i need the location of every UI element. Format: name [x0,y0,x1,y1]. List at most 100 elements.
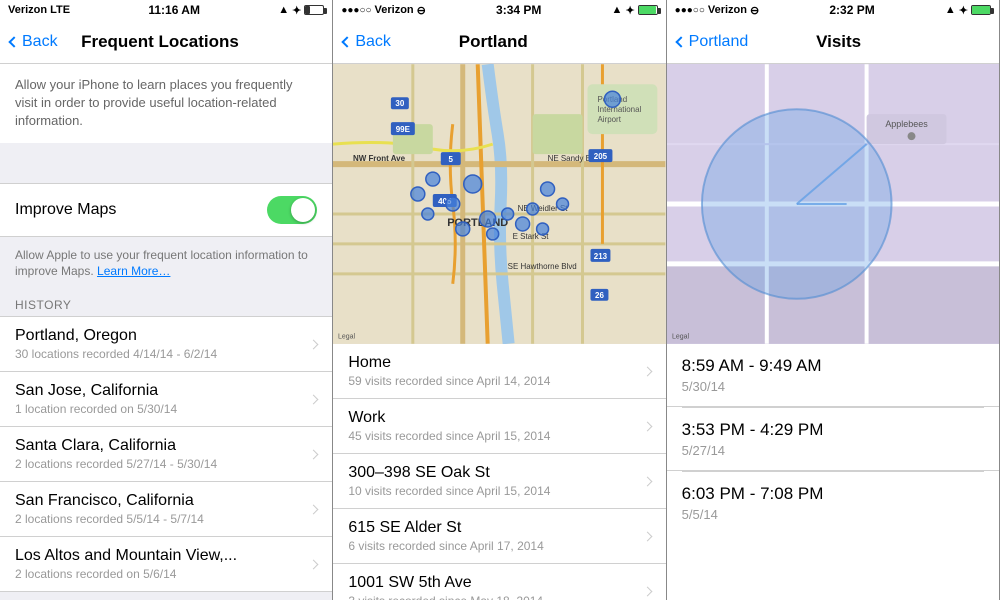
history-list: Portland, Oregon 30 locations recorded 4… [0,316,332,592]
list-item: 8:59 AM - 9:49 AM 5/30/14 [667,344,999,407]
nav-title-1: Frequent Locations [81,32,239,52]
list-item[interactable]: San Francisco, California 2 locations re… [0,482,332,537]
visits-map[interactable]: Applebees Legal [667,64,999,344]
list-item[interactable]: Work 45 visits recorded since April 15, … [333,399,665,454]
status-right-3: ▲ ✦ [945,4,991,17]
spacer-1 [0,143,332,163]
panel1-scroll[interactable]: Allow your iPhone to learn places you fr… [0,64,332,600]
svg-text:Applebees: Applebees [885,119,928,129]
svg-text:99E: 99E [396,125,410,134]
svg-text:NW Front Ave: NW Front Ave [353,154,406,163]
back-label-2: Back [355,33,391,51]
chevron-right-p2-3 [642,531,652,541]
panel3-visits: ●●●○○ Verizon ⊖ 2:32 PM ▲ ✦ Portland Vis… [667,0,1000,600]
location-title-1: Work [348,409,643,427]
chevron-right-icon-4 [309,559,319,569]
location-content-3: 615 SE Alder St 6 visits recorded since … [348,519,643,553]
list-item[interactable]: Los Altos and Mountain View,... 2 locati… [0,537,332,591]
gps-icon-1: ▲ [278,4,289,16]
location-title-3: 615 SE Alder St [348,519,643,537]
svg-text:26: 26 [595,291,604,300]
chevron-right-p2-0 [642,366,652,376]
svg-text:5: 5 [449,155,454,164]
status-bar-2: ●●●○○ Verizon ⊖ 3:34 PM ▲ ✦ [333,0,665,20]
gps-icon-2: ▲ [612,4,623,16]
list-item-title-0: Portland, Oregon [15,327,310,345]
svg-text:205: 205 [594,152,608,161]
location-content-0: Home 59 visits recorded since April 14, … [348,354,643,388]
portland-map[interactable]: Portland International Airport NW Front … [333,64,665,344]
list-item-content-3: San Francisco, California 2 locations re… [15,492,310,526]
section-header-history: HISTORY [0,290,332,316]
list-item-content-4: Los Altos and Mountain View,... 2 locati… [15,547,310,581]
toggle-knob-1 [291,198,315,222]
list-item-title-3: San Francisco, California [15,492,310,510]
chevron-right-icon-0 [309,339,319,349]
list-item-content-0: Portland, Oregon 30 locations recorded 4… [15,327,310,361]
signal-dots-3: ●●●○○ [675,5,705,16]
learn-more-link[interactable]: Learn More… [97,264,170,278]
status-bar-3: ●●●○○ Verizon ⊖ 2:32 PM ▲ ✦ [667,0,999,20]
list-item[interactable]: Home 59 visits recorded since April 14, … [333,344,665,399]
carrier-2: Verizon [375,4,414,16]
portland-locations-list[interactable]: Home 59 visits recorded since April 14, … [333,344,665,600]
svg-text:Legal: Legal [338,334,356,341]
location-subtitle-3: 6 visits recorded since April 17, 2014 [348,539,643,553]
svg-text:SE Hawthorne Blvd: SE Hawthorne Blvd [508,262,577,271]
list-item[interactable]: San Jose, California 1 location recorded… [0,372,332,427]
status-right-2: ▲ ✦ [612,4,658,17]
back-button-2[interactable]: Back [343,33,391,51]
location-title-2: 300–398 SE Oak St [348,464,643,482]
visit-date-2: 5/5/14 [682,507,718,522]
chevron-right-icon-3 [309,504,319,514]
visit-date-1: 5/27/14 [682,443,725,458]
list-item[interactable]: 1001 SW 5th Ave 3 visits recorded since … [333,564,665,600]
map-svg-3: Applebees Legal [667,64,999,344]
wifi-icon-3: ⊖ [750,4,759,17]
chevron-right-icon-1 [309,394,319,404]
carrier-1: Verizon [8,4,47,16]
list-item: 6:03 PM - 7:08 PM 5/5/14 [667,472,999,534]
location-subtitle-0: 59 visits recorded since April 14, 2014 [348,374,643,388]
back-button-1[interactable]: Back [10,33,58,51]
learn-more-label: Learn More… [97,264,170,278]
status-left-3: ●●●○○ Verizon ⊖ [675,4,760,17]
list-item-subtitle-4: 2 locations recorded on 5/6/14 [15,567,310,581]
location-title-0: Home [348,354,643,372]
toggle-desc-1: Allow Apple to use your frequent locatio… [0,237,332,291]
list-item[interactable]: 615 SE Alder St 6 visits recorded since … [333,509,665,564]
svg-text:30: 30 [396,99,405,108]
gps-icon-3: ▲ [945,4,956,16]
visits-list[interactable]: 8:59 AM - 9:49 AM 5/30/14 3:53 PM - 4:29… [667,344,999,600]
svg-text:Airport: Airport [598,115,622,124]
location-content-4: 1001 SW 5th Ave 3 visits recorded since … [348,574,643,600]
list-item[interactable]: Portland, Oregon 30 locations recorded 4… [0,317,332,372]
bluetooth-icon-3: ✦ [959,4,968,17]
carrier-3: Verizon [708,4,747,16]
list-item-subtitle-2: 2 locations recorded 5/27/14 - 5/30/14 [15,457,310,471]
location-title-4: 1001 SW 5th Ave [348,574,643,592]
list-item[interactable]: 300–398 SE Oak St 10 visits recorded sin… [333,454,665,509]
list-item[interactable]: Santa Clara, California 2 locations reco… [0,427,332,482]
network-1: LTE [50,4,70,16]
back-button-3[interactable]: Portland [677,33,749,51]
chevron-right-p2-1 [642,421,652,431]
nav-title-2: Portland [459,32,528,52]
navbar-1: Back Frequent Locations [0,20,332,64]
svg-text:International: International [598,105,642,114]
back-label-3: Portland [689,33,749,51]
nav-title-3: Visits [816,32,861,52]
toggle-label-1: Improve Maps [15,201,116,219]
list-item-subtitle-1: 1 location recorded on 5/30/14 [15,402,310,416]
info-text-1: Allow your iPhone to learn places you fr… [15,76,317,131]
improve-maps-toggle[interactable] [267,196,317,224]
location-content-1: Work 45 visits recorded since April 15, … [348,409,643,443]
map-svg-2: Portland International Airport NW Front … [333,64,665,344]
panel2-portland: ●●●○○ Verizon ⊖ 3:34 PM ▲ ✦ Back Portlan… [333,0,666,600]
list-item-content-1: San Jose, California 1 location recorded… [15,382,310,416]
back-label-1: Back [22,33,58,51]
bluetooth-icon-1: ✦ [292,4,301,17]
list-item-title-1: San Jose, California [15,382,310,400]
list-item: 3:53 PM - 4:29 PM 5/27/14 [667,408,999,471]
location-content-2: 300–398 SE Oak St 10 visits recorded sin… [348,464,643,498]
